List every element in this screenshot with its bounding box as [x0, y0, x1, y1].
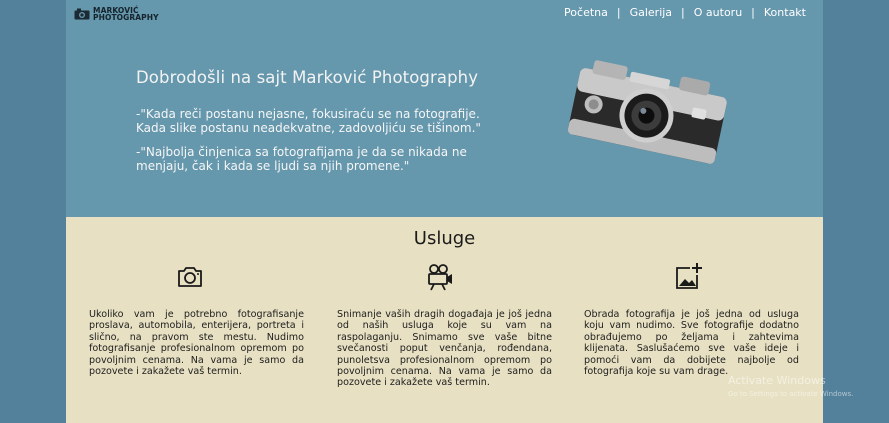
hero-quote-2: -"Najbolja činjenica sa fotografijama je… [136, 145, 467, 173]
nav-separator: | [616, 6, 621, 19]
nav-separator: | [751, 6, 755, 19]
camera-icon [178, 267, 202, 287]
page: MARKOVIĆ PHOTOGRAPHY Početna | Galerija … [66, 0, 823, 423]
services-section: Usluge Ukoliko vam je potrebno fotografi… [66, 217, 823, 423]
vintage-camera-image [567, 60, 727, 164]
nav-separator: | [681, 6, 685, 19]
site-logo[interactable]: MARKOVIĆ PHOTOGRAPHY [74, 7, 159, 21]
nav-about-link[interactable]: O autoru [694, 6, 742, 19]
service-photography-text: Ukoliko vam je potrebno fotografisanje p… [89, 309, 304, 378]
add-photo-icon [676, 263, 702, 289]
movie-camera-icon [428, 264, 452, 291]
logo-line-2: PHOTOGRAPHY [93, 13, 159, 22]
logo-camera-icon [74, 8, 90, 20]
nav-gallery-link[interactable]: Galerija [630, 6, 672, 19]
hero-quote-1: -"Kada reči postanu nejasne, fokusiraću … [136, 107, 481, 135]
nav-home-link[interactable]: Početna [564, 6, 608, 19]
logo-text: MARKOVIĆ PHOTOGRAPHY [93, 7, 159, 22]
top-nav: Početna | Galerija | O autoru | Kontakt [564, 6, 806, 19]
service-editing-text: Obrada fotografija je još jedna od uslug… [584, 309, 799, 378]
nav-contact-link[interactable]: Kontakt [764, 6, 806, 19]
service-video-text: Snimanje vaših dragih događaja je još je… [337, 309, 552, 389]
hero-title: Dobrodošli na sajt Marković Photography [136, 68, 479, 87]
hero-section: MARKOVIĆ PHOTOGRAPHY Početna | Galerija … [66, 0, 823, 217]
services-title: Usluge [413, 228, 476, 249]
